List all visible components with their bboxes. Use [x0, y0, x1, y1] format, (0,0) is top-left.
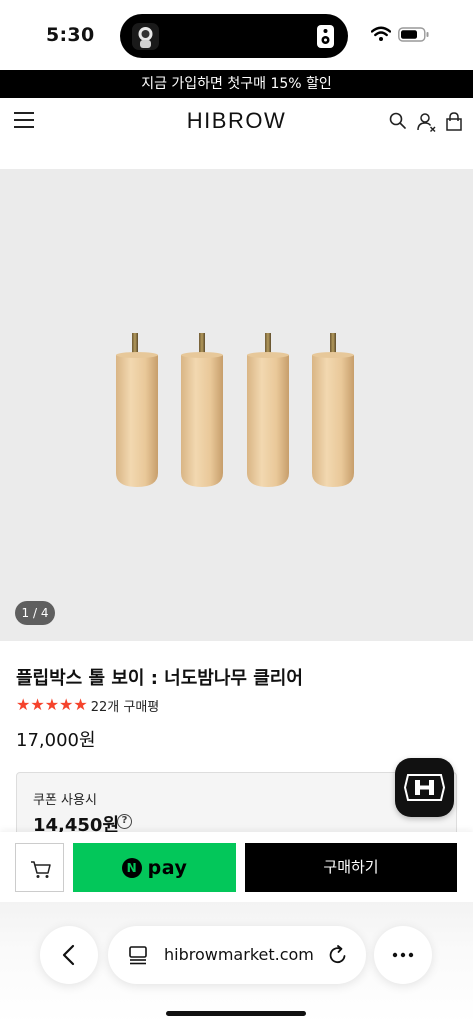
- site-header: HIBROW: [0, 98, 473, 168]
- npay-label: pay: [147, 856, 188, 879]
- more-button[interactable]: [374, 926, 432, 984]
- product-price: 17,000원: [16, 730, 96, 751]
- npay-n-icon: N: [121, 857, 142, 878]
- product-image[interactable]: 1 / 4: [0, 169, 473, 641]
- coupon-label: 쿠폰 사용시: [33, 793, 97, 808]
- more-icon: [392, 952, 414, 958]
- battery-icon: [398, 27, 429, 42]
- review-count[interactable]: 22개 구매평: [91, 696, 160, 715]
- bag-icon[interactable]: [445, 112, 463, 132]
- star-icon: ★: [59, 695, 74, 714]
- rating-row[interactable]: ★ ★ ★ ★ ★ 22개 구매평: [16, 696, 160, 715]
- speaker-icon: [317, 25, 334, 48]
- tabs-icon[interactable]: [127, 944, 149, 966]
- back-button[interactable]: [40, 926, 98, 984]
- brand-chat-button[interactable]: [395, 758, 454, 817]
- image-counter: 1 / 4: [15, 601, 55, 625]
- wifi-icon: [371, 26, 391, 41]
- cart-button[interactable]: [15, 843, 64, 892]
- address-bar[interactable]: hibrowmarket.com: [108, 926, 366, 984]
- status-bar: 5:30: [0, 0, 473, 70]
- search-icon[interactable]: [389, 112, 407, 130]
- reload-icon[interactable]: [327, 944, 349, 966]
- star-rating: ★ ★ ★ ★ ★: [16, 697, 88, 713]
- help-icon[interactable]: ?: [117, 814, 132, 829]
- purchase-bar: N pay 구매하기: [0, 832, 473, 902]
- account-icon[interactable]: [417, 112, 437, 132]
- url-text[interactable]: hibrowmarket.com: [164, 926, 314, 984]
- home-indicator: [166, 1011, 306, 1016]
- back-icon: [62, 944, 75, 966]
- wooden-legs-photo: [116, 333, 354, 487]
- star-icon: ★: [73, 695, 88, 714]
- product-title: 플립박스 톨 보이 : 너도밤나무 클리어: [16, 668, 303, 689]
- buy-button[interactable]: 구매하기: [245, 843, 457, 892]
- npay-button[interactable]: N pay: [73, 843, 236, 892]
- star-icon: ★: [30, 695, 45, 714]
- dynamic-island: [120, 14, 348, 58]
- promo-banner[interactable]: 지금 가입하면 첫구매 15% 할인: [0, 70, 473, 98]
- status-time: 5:30: [46, 24, 95, 46]
- brand-h-icon: [403, 774, 446, 801]
- cart-icon: [31, 861, 51, 878]
- star-icon: ★: [16, 695, 31, 714]
- island-avatar-icon: [132, 23, 159, 50]
- star-icon: ★: [44, 695, 60, 714]
